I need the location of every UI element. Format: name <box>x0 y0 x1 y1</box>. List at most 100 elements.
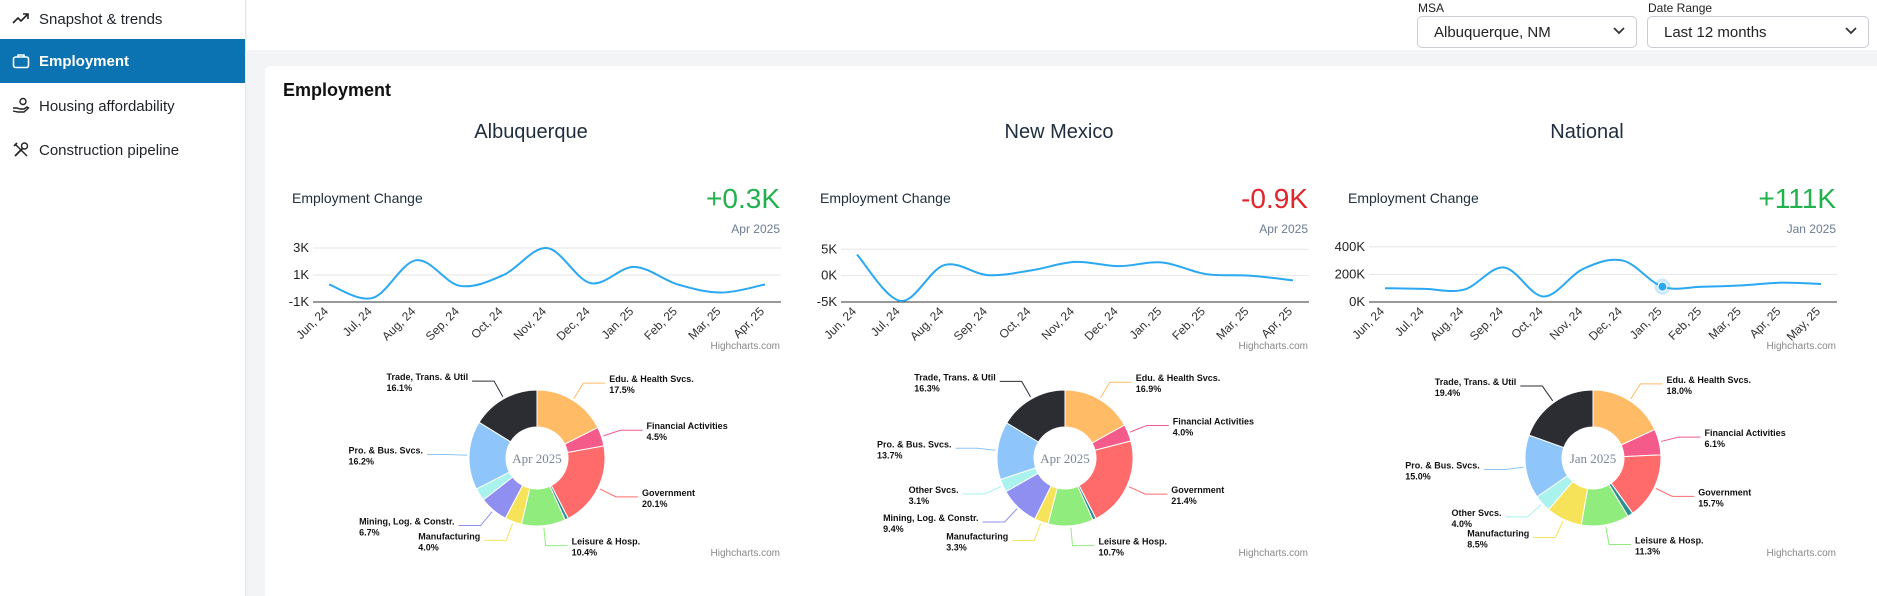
x-tick-label: Jul, 24 <box>1392 304 1427 339</box>
sidebar-item-label: Construction pipeline <box>39 141 180 159</box>
highcharts-credit[interactable]: Highcharts.com <box>711 548 780 559</box>
pie-connector <box>472 380 504 398</box>
x-tick-label: Aug, 24 <box>1427 304 1466 343</box>
pie-label-name: Financial Activities <box>647 421 728 431</box>
pie-label-name: Mining, Log. & Constr. <box>883 513 979 523</box>
sidebar: Snapshot & trends Employment Housing aff… <box>0 0 246 596</box>
highcharts-credit[interactable]: Highcharts.com <box>1239 341 1308 352</box>
x-tick-label: Oct, 24 <box>996 304 1033 341</box>
x-tick-label: May, 25 <box>1784 304 1824 344</box>
x-tick-label: Sep, 24 <box>951 304 990 343</box>
pie-label-name: Other Svcs. <box>909 485 959 495</box>
highcharts-credit[interactable]: Highcharts.com <box>1767 341 1836 352</box>
sidebar-item-snapshot[interactable]: Snapshot & trends <box>0 0 245 41</box>
x-tick-label: Oct, 24 <box>468 304 505 341</box>
pie-label-pct: 21.4% <box>1171 496 1197 506</box>
pie-label-name: Government <box>642 488 695 498</box>
sidebar-item-label: Housing affordability <box>39 97 175 115</box>
highcharts-credit[interactable]: Highcharts.com <box>1239 548 1308 559</box>
pie-connector <box>484 523 513 541</box>
pie-label-pct: 8.5% <box>1467 540 1488 550</box>
tools-icon <box>11 140 31 160</box>
pie-label-name: Trade, Trans. & Util <box>387 372 469 382</box>
employment-line-chart: 400K 200K 0KJun, 24 Jul, 24 Aug, 24 Sep, 24 Oc… <box>1335 239 1837 344</box>
pie-connector <box>955 447 996 451</box>
y-tick-label: 200K <box>1335 266 1366 281</box>
sidebar-item-label: Employment <box>39 52 130 70</box>
x-tick-label: Feb, 25 <box>1666 304 1705 343</box>
employment-change-date: Apr 2025 <box>731 222 780 236</box>
region-title: New Mexico <box>1004 121 1114 143</box>
pie-label-name: Manufacturing <box>946 531 1008 541</box>
pie-label-name: Leisure & Hosp. <box>1635 536 1704 546</box>
pie-label-name: Trade, Trans. & Util <box>1435 377 1517 387</box>
sidebar-item-employment[interactable]: Employment <box>0 39 245 83</box>
panel-new-mexico: New Mexico Employment Change -0.9K Apr 2… <box>799 66 1319 596</box>
employment-line-chart: 3K 1K -1KJun, 24 Jul, 24 Aug, 24 Sep, 24 Oct, … <box>289 240 781 343</box>
x-tick-label: Apr, 25 <box>1258 304 1295 341</box>
pie-connector <box>458 511 493 527</box>
highcharts-credit[interactable]: Highcharts.com <box>1767 548 1836 559</box>
pie-connector <box>1070 527 1095 547</box>
pie-label-pct: 13.7% <box>877 450 903 460</box>
pie-label-pct: 16.2% <box>349 457 375 467</box>
pie-slice <box>1528 389 1594 449</box>
date-range-select[interactable]: Last 12 months <box>1647 16 1869 48</box>
x-tick-label: Dec, 24 <box>1082 304 1121 343</box>
x-tick-label: Dec, 24 <box>1586 304 1625 343</box>
pie-label-name: Financial Activities <box>1173 416 1254 426</box>
pie-label-pct: 18.0% <box>1666 386 1692 396</box>
sidebar-item-label: Snapshot & trends <box>39 10 163 28</box>
pie-label-pct: 10.7% <box>1098 548 1124 558</box>
x-tick-label: Jul, 24 <box>340 304 375 339</box>
donut-center-label: Jan 2025 <box>1570 451 1617 466</box>
chevron-down-icon <box>1844 23 1858 41</box>
pie-label-pct: 15.7% <box>1698 498 1724 508</box>
sidebar-item-housing[interactable]: Housing affordability <box>0 84 245 128</box>
employment-change-value: -0.9K <box>1241 183 1308 214</box>
panel-national: National Employment Change +111K Jan 202… <box>1327 66 1847 596</box>
pie-label-pct: 17.5% <box>609 385 635 395</box>
region-title: Albuquerque <box>474 121 588 143</box>
series-line <box>856 253 1294 302</box>
x-tick-label: Oct, 24 <box>1508 304 1545 341</box>
employment-change-label: Employment Change <box>1348 190 1479 206</box>
x-tick-label: Aug, 24 <box>379 304 418 343</box>
pie-label-pct: 15.0% <box>1405 472 1431 482</box>
y-tick-label: 3K <box>293 240 309 255</box>
x-tick-label: Jan, 25 <box>1127 304 1165 342</box>
x-tick-label: Jun, 24 <box>293 304 331 342</box>
msa-value: Albuquerque, NM <box>1434 23 1551 41</box>
x-tick-label: Feb, 25 <box>641 304 680 343</box>
y-tick-label: 1K <box>293 267 309 282</box>
pie-label-name: Government <box>1171 485 1224 495</box>
msa-select[interactable]: Albuquerque, NM <box>1417 16 1637 48</box>
pie-connector <box>1605 526 1632 546</box>
pie-label-pct: 11.3% <box>1635 547 1660 557</box>
highlight-point <box>1657 281 1668 292</box>
x-tick-label: Jul, 24 <box>868 304 903 339</box>
pie-connector <box>1100 381 1132 398</box>
top-bar: MSA Albuquerque, NM Date Range Last 12 m… <box>247 0 1877 50</box>
pie-label-pct: 9.4% <box>883 524 904 534</box>
x-tick-label: Nov, 24 <box>1547 304 1586 343</box>
pie-label-pct: 4.0% <box>1452 519 1473 529</box>
y-tick-label: 0K <box>1349 294 1365 309</box>
date-range-label: Date Range <box>1648 1 1713 15</box>
pie-label-pct: 6.7% <box>359 528 380 538</box>
pie-connector <box>1129 424 1169 433</box>
pie-label-pct: 3.3% <box>946 542 967 552</box>
pie-label-pct: 20.1% <box>642 499 668 509</box>
x-tick-label: Dec, 24 <box>554 304 593 343</box>
briefcase-icon <box>11 51 31 71</box>
trending-up-icon <box>11 9 31 29</box>
highcharts-credit[interactable]: Highcharts.com <box>711 341 780 352</box>
employment-change-date: Apr 2025 <box>1259 222 1308 236</box>
employment-change-value: +111K <box>1758 183 1836 214</box>
pie-connector <box>603 429 643 437</box>
pie-label-name: Financial Activities <box>1705 428 1786 438</box>
pie-connector <box>1012 523 1042 541</box>
sidebar-item-construction[interactable]: Construction pipeline <box>0 128 245 172</box>
employment-change-label: Employment Change <box>820 190 951 206</box>
pie-label-pct: 16.3% <box>914 383 940 393</box>
